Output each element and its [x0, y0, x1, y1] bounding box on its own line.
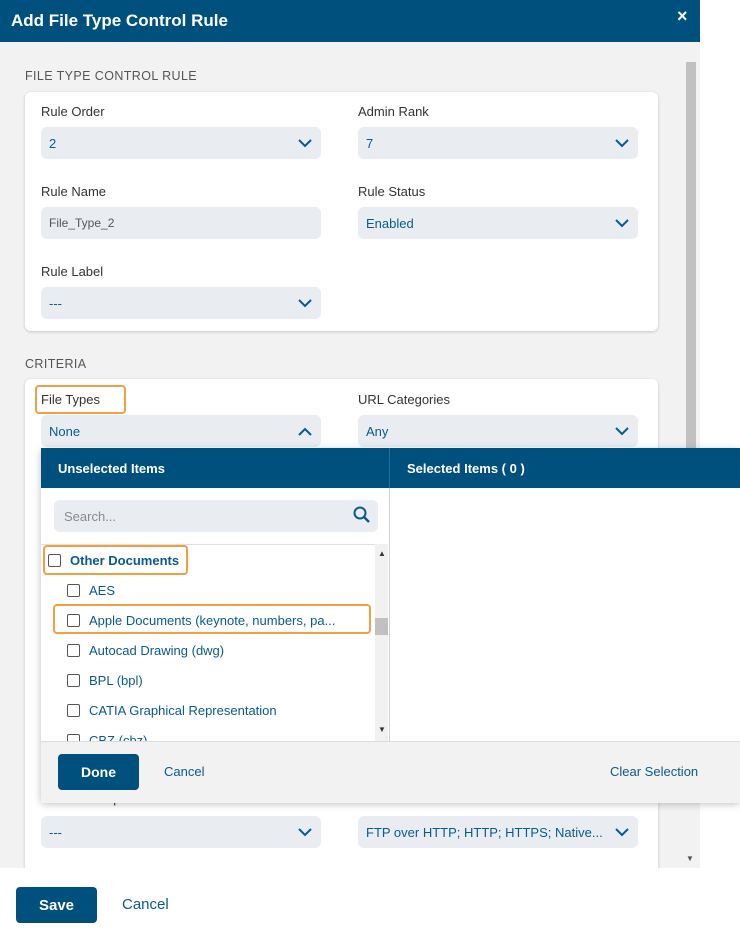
close-icon[interactable]: × — [677, 6, 688, 27]
checkbox-icon[interactable] — [67, 584, 80, 597]
list-scrollbar[interactable] — [375, 544, 388, 741]
chevron-down-icon — [614, 423, 630, 439]
rule-label-label: Rule Label — [41, 264, 104, 279]
group-label: Other Documents — [70, 553, 180, 568]
rule-status-label: Rule Status — [358, 184, 426, 199]
header-divider — [389, 448, 390, 488]
device-groups-select[interactable]: --- — [41, 816, 321, 848]
rule-status-select[interactable]: Enabled — [358, 207, 638, 239]
dropdown-header: Unselected Items Selected Items ( 0 ) — [41, 448, 740, 488]
list-scroll-up-icon[interactable]: ▲ — [378, 549, 386, 558]
scroll-down-arrow-icon[interactable]: ▼ — [686, 854, 694, 863]
protocols-select[interactable]: FTP over HTTP; HTTP; HTTPS; Native... — [358, 816, 638, 848]
device-groups-value: --- — [49, 824, 62, 840]
list-scrollbar-thumb[interactable] — [375, 618, 388, 635]
checkbox-icon[interactable] — [48, 554, 61, 567]
search-input[interactable] — [62, 507, 353, 525]
admin-rank-value: 7 — [366, 135, 374, 151]
checkbox-icon[interactable] — [67, 614, 80, 627]
rule-name-label: Rule Name — [41, 184, 107, 199]
criteria-section-title: CRITERIA — [25, 357, 87, 371]
rule-section-title: FILE TYPE CONTROL RULE — [25, 69, 198, 83]
chevron-down-icon — [297, 824, 313, 840]
rule-status-value: Enabled — [366, 215, 414, 231]
list-item-label: CATIA Graphical Representation — [89, 703, 277, 718]
url-categories-select[interactable]: Any — [358, 415, 638, 447]
modal-scrollbar-thumb[interactable] — [686, 62, 696, 482]
clear-selection-button[interactable]: Clear Selection — [610, 764, 698, 779]
dropdown-footer: Done Cancel Clear Selection — [41, 741, 740, 803]
admin-rank-label: Admin Rank — [358, 104, 429, 119]
checkbox-icon[interactable] — [67, 704, 80, 717]
modal-footer: Save Cancel — [0, 868, 740, 930]
chevron-down-icon — [297, 295, 313, 311]
chevron-up-icon — [297, 423, 313, 439]
list-item-label: Apple Documents (keynote, numbers, pa... — [89, 613, 336, 628]
chevron-down-icon — [614, 135, 630, 151]
chevron-down-icon — [614, 215, 630, 231]
list-item-label: BPL (bpl) — [89, 673, 143, 688]
search-icon[interactable] — [353, 506, 370, 526]
list-item-label: Autocad Drawing (dwg) — [89, 643, 225, 658]
admin-rank-select[interactable]: 7 — [358, 127, 638, 159]
url-categories-label: URL Categories — [358, 392, 451, 407]
rule-name-value: File_Type_2 — [49, 216, 115, 230]
rule-name-field[interactable]: File_Type_2 — [41, 207, 321, 239]
rule-label-value: --- — [49, 295, 62, 311]
list-scroll-down-icon[interactable]: ▼ — [378, 725, 386, 734]
rule-card: Rule Order 2 Admin Rank 7 Rule Name File… — [25, 92, 658, 331]
save-button[interactable]: Save — [16, 887, 97, 923]
file-types-dropdown: Unselected Items Selected Items ( 0 ) Ot… — [41, 448, 740, 803]
rule-order-label: Rule Order — [41, 104, 105, 119]
chevron-down-icon — [614, 824, 630, 840]
list-group-row[interactable]: Other Documents — [48, 553, 179, 568]
columns-divider — [389, 488, 390, 741]
unselected-items-header: Unselected Items — [58, 461, 165, 476]
rule-order-value: 2 — [49, 135, 57, 151]
list-item[interactable]: Apple Documents (keynote, numbers, pa... — [67, 613, 335, 628]
cancel-button[interactable]: Cancel — [122, 896, 169, 913]
checkbox-icon[interactable] — [67, 674, 80, 687]
file-types-label: File Types — [41, 392, 101, 407]
url-categories-value: Any — [366, 423, 389, 439]
list-item[interactable]: CATIA Graphical Representation — [67, 703, 277, 718]
file-types-select[interactable]: None — [41, 415, 321, 447]
rule-order-select[interactable]: 2 — [41, 127, 321, 159]
search-box — [54, 500, 378, 532]
selected-items-header: Selected Items ( 0 ) — [407, 461, 525, 476]
done-button[interactable]: Done — [58, 754, 139, 790]
list-item[interactable]: Autocad Drawing (dwg) — [67, 643, 224, 658]
protocols-value: FTP over HTTP; HTTP; HTTPS; Native... — [366, 824, 603, 840]
dropdown-cancel-button[interactable]: Cancel — [164, 764, 204, 779]
list-item[interactable]: BPL (bpl) — [67, 673, 143, 688]
unselected-list[interactable]: Other Documents AES Apple Documents (key… — [41, 544, 388, 742]
modal-title: Add File Type Control Rule — [11, 11, 228, 30]
file-types-value: None — [49, 423, 81, 439]
list-item[interactable]: AES — [67, 583, 115, 598]
chevron-down-icon — [297, 135, 313, 151]
checkbox-icon[interactable] — [67, 644, 80, 657]
rule-label-select[interactable]: --- — [41, 287, 321, 319]
list-item-label: AES — [89, 583, 116, 598]
modal-header: Add File Type Control Rule × — [0, 0, 700, 42]
